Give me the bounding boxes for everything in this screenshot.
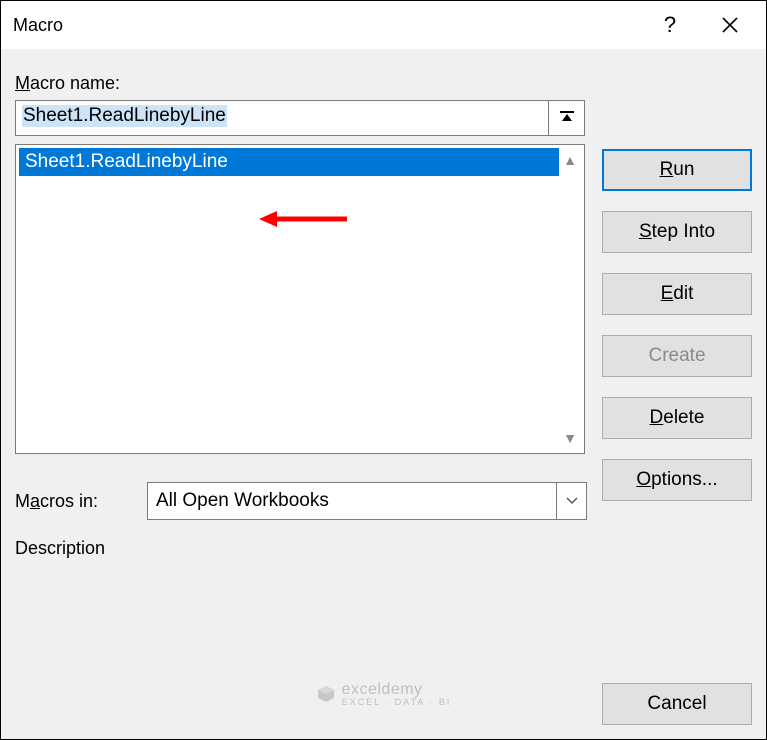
scroll-down-icon: ▼ [563,426,577,450]
macro-listbox[interactable]: Sheet1.ReadLinebyLine ▲ ▼ [15,144,585,454]
delete-button[interactable]: Delete [602,397,752,439]
step-into-button[interactable]: Step Into [602,211,752,253]
macro-name-row: Sheet1.ReadLinebyLine [15,100,585,136]
arrow-up-icon [558,109,576,127]
macros-in-select[interactable]: All Open Workbooks [147,482,587,520]
watermark-tagline: EXCEL · DATA · BI [342,697,452,707]
watermark-icon [316,684,336,704]
collapse-dialog-button[interactable] [549,100,585,136]
create-button: Create [602,335,752,377]
watermark: exceldemy EXCEL · DATA · BI [316,681,452,707]
macros-in-value: All Open Workbooks [156,490,329,512]
cancel-area: Cancel [602,683,752,725]
description-label: Description [15,538,752,559]
scroll-up-icon: ▲ [563,148,577,172]
chevron-down-icon [556,483,586,519]
dialog-content: Macro name: Sheet1.ReadLinebyLine Sheet1… [1,49,766,739]
macro-dialog: Macro ? Macro name: Sheet1.ReadLinebyLin… [0,0,767,740]
watermark-brand: exceldemy [342,681,423,698]
cancel-button[interactable]: Cancel [602,683,752,725]
close-button[interactable] [700,1,760,49]
titlebar: Macro ? [1,1,766,49]
macro-list-inner: Sheet1.ReadLinebyLine [19,148,559,450]
close-icon [722,17,738,33]
scrollbar[interactable]: ▲ ▼ [559,148,581,450]
button-column: Run Step Into Edit Create Delete Options… [602,149,752,501]
help-button[interactable]: ? [640,1,700,49]
macro-name-value: Sheet1.ReadLinebyLine [22,105,227,127]
macro-name-label: Macro name: [15,73,752,94]
options-button[interactable]: Options... [602,459,752,501]
dialog-title: Macro [13,15,640,36]
macros-in-label: Macros in: [15,491,133,512]
run-button[interactable]: Run [602,149,752,191]
list-item[interactable]: Sheet1.ReadLinebyLine [19,148,559,176]
macro-name-input[interactable]: Sheet1.ReadLinebyLine [15,100,549,136]
edit-button[interactable]: Edit [602,273,752,315]
